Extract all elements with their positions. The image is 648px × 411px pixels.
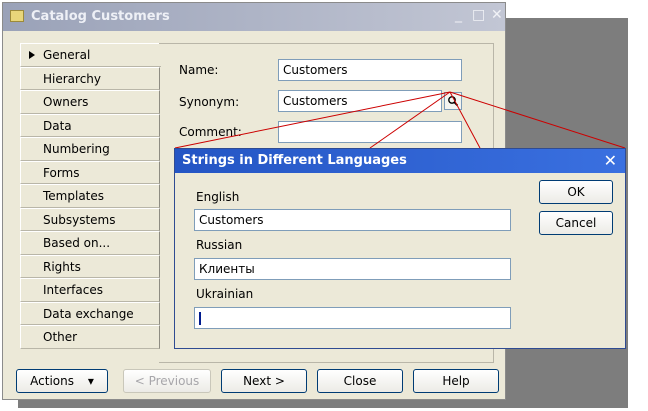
ok-button[interactable]: OK <box>539 180 613 204</box>
comment-label: Comment: <box>179 125 242 139</box>
tab-label: General <box>43 48 91 62</box>
russian-field[interactable]: Клиенты <box>194 258 511 280</box>
next-button[interactable]: Next > <box>221 369 307 393</box>
tab-owners[interactable]: Owners <box>20 90 160 114</box>
ukrainian-field[interactable] <box>194 307 511 329</box>
russian-label: Russian <box>196 238 243 252</box>
tab-based-on[interactable]: Based on... <box>20 231 160 255</box>
tab-label: Templates <box>43 189 105 203</box>
name-label: Name: <box>179 63 219 77</box>
magnifier-icon[interactable] <box>444 92 462 110</box>
window-title: Catalog Customers <box>31 9 170 24</box>
tab-subsystems[interactable]: Subsystems <box>20 207 160 231</box>
actions-label: Actions <box>30 374 74 388</box>
tab-rights[interactable]: Rights <box>20 254 160 278</box>
dialog-title-bar[interactable]: Strings in Different Languages ✕ <box>175 149 625 173</box>
tab-label: Based on... <box>43 236 111 250</box>
tab-label: Interfaces <box>43 283 103 297</box>
close-button[interactable]: Close <box>317 369 403 393</box>
comment-field[interactable] <box>278 121 462 143</box>
actions-button[interactable]: Actions ▾ <box>16 369 108 393</box>
synonym-label: Synonym: <box>179 95 240 109</box>
window-title-bar[interactable]: Catalog Customers _ □ ✕ <box>3 3 505 31</box>
english-field[interactable]: Customers <box>194 209 511 231</box>
tab-label: Rights <box>43 259 81 274</box>
tab-label: Subsystems <box>43 212 116 227</box>
help-button[interactable]: Help <box>413 369 499 393</box>
close-icon[interactable]: ✕ <box>491 7 503 23</box>
cancel-button[interactable]: Cancel <box>539 211 613 235</box>
tab-numbering[interactable]: Numbering <box>20 137 160 161</box>
maximize-icon[interactable]: □ <box>472 7 485 23</box>
tab-templates[interactable]: Templates <box>20 184 160 208</box>
tab-label: Hierarchy <box>43 71 102 86</box>
ukrainian-label: Ukrainian <box>196 287 254 301</box>
tab-label: Owners <box>43 95 89 109</box>
text-cursor <box>199 312 201 325</box>
active-tab-arrow-icon <box>29 51 35 59</box>
tab-other[interactable]: Other <box>20 325 160 349</box>
name-field[interactable]: Customers <box>278 59 462 81</box>
synonym-field[interactable]: Customers <box>278 90 442 112</box>
english-label: English <box>196 190 240 204</box>
dialog-title: Strings in Different Languages <box>182 153 407 168</box>
tab-label: Other <box>43 330 78 344</box>
tab-general[interactable]: General <box>20 43 161 67</box>
tab-list: General Hierarchy Owners Data Numbering … <box>20 43 161 349</box>
tab-label: Forms <box>43 165 80 180</box>
tab-label: Numbering <box>43 142 110 156</box>
previous-button[interactable]: < Previous <box>123 369 211 393</box>
strings-dialog: Strings in Different Languages ✕ English… <box>174 148 626 349</box>
tab-interfaces[interactable]: Interfaces <box>20 278 160 302</box>
minimize-icon[interactable]: _ <box>455 7 462 23</box>
tab-hierarchy[interactable]: Hierarchy <box>20 66 160 90</box>
tab-data-exchange[interactable]: Data exchange <box>20 301 160 325</box>
tab-data[interactable]: Data <box>20 113 160 137</box>
tab-label: Data <box>43 118 72 133</box>
catalog-icon <box>10 10 24 22</box>
dialog-close-icon[interactable]: ✕ <box>604 151 617 170</box>
tab-forms[interactable]: Forms <box>20 160 160 184</box>
chevron-down-icon: ▾ <box>87 374 94 388</box>
tab-label: Data exchange <box>43 306 134 321</box>
